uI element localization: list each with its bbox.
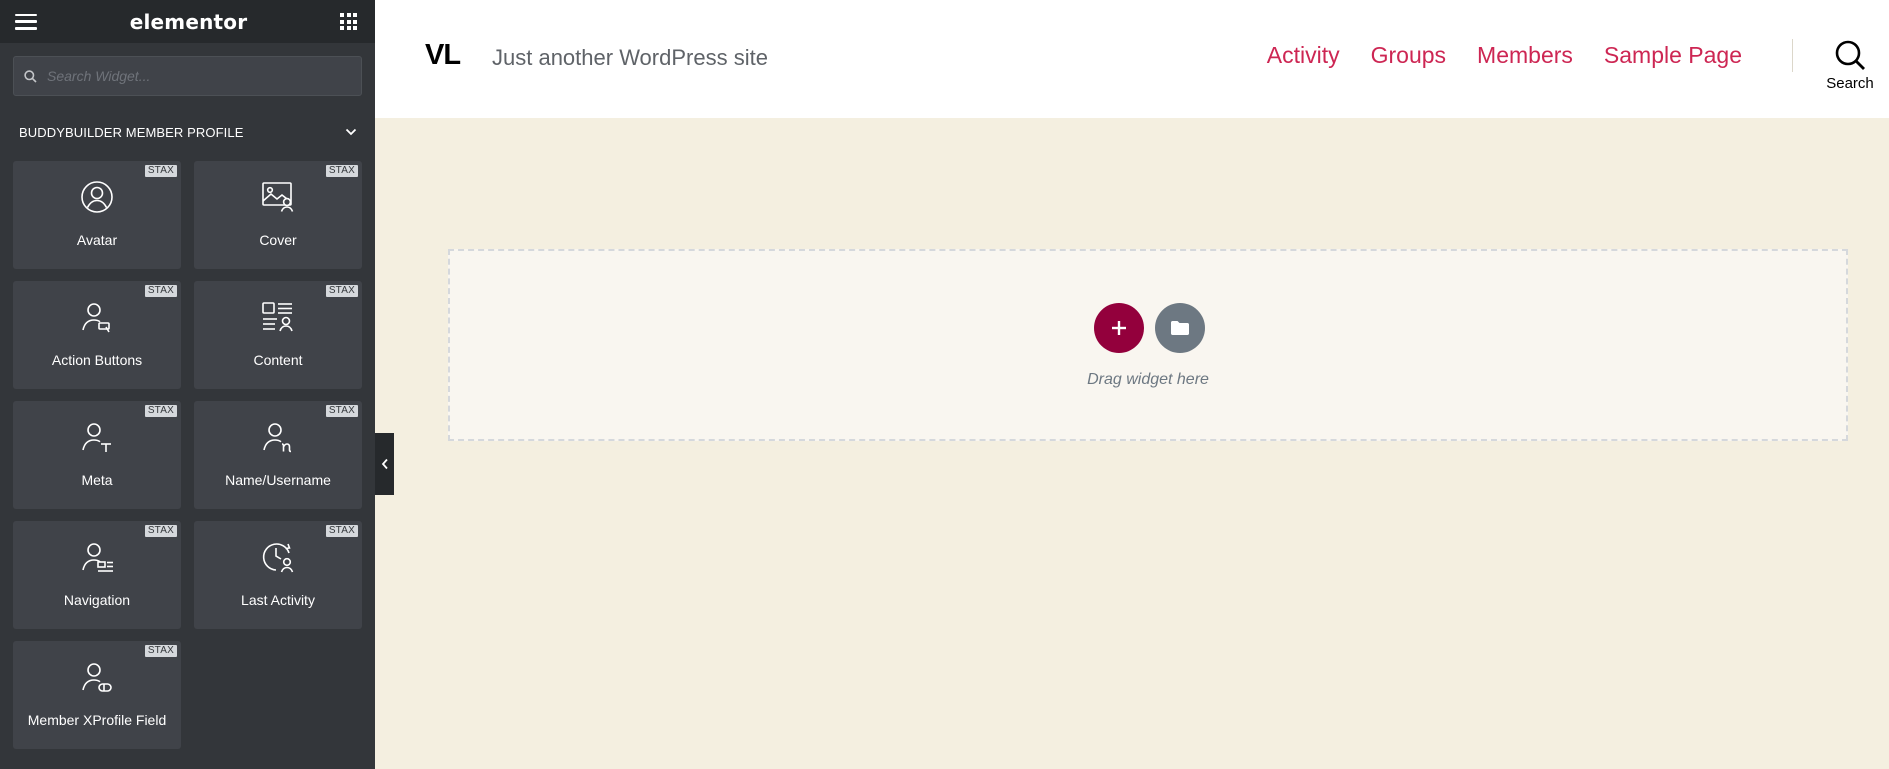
chevron-down-icon: [345, 128, 357, 136]
template-library-button[interactable]: [1155, 303, 1205, 353]
widgets-grid-icon[interactable]: [340, 13, 357, 30]
search-label: Search: [1826, 75, 1874, 92]
nav-link-sample-page[interactable]: Sample Page: [1604, 42, 1742, 69]
search-icon: [1835, 40, 1865, 70]
user-name-icon: [260, 419, 296, 455]
widget-label: Action Buttons: [51, 352, 143, 368]
widget-meta[interactable]: STAX Meta: [13, 401, 181, 509]
primary-nav: Activity Groups Members Sample Page: [1267, 42, 1742, 69]
menu-icon[interactable]: [15, 13, 37, 30]
user-navigation-icon: [79, 539, 115, 575]
chevron-left-icon: [381, 458, 388, 470]
stax-badge: STAX: [144, 405, 177, 417]
site-header: VL Just another WordPress site Activity …: [375, 0, 1889, 118]
widget-label: Content: [253, 352, 303, 368]
user-circle-icon: [79, 179, 115, 215]
widget-label: Member XProfile Field: [27, 712, 167, 728]
stax-badge: STAX: [144, 165, 177, 177]
user-action-icon: [79, 299, 115, 335]
folder-icon: [1171, 321, 1189, 335]
nav-link-members[interactable]: Members: [1477, 42, 1573, 69]
category-header[interactable]: BUDDYBUILDER MEMBER PROFILE: [0, 112, 375, 152]
drop-hint: Drag widget here: [1087, 371, 1209, 388]
widget-label: Navigation: [63, 592, 131, 608]
widget-last-activity[interactable]: STAX Last Activity: [194, 521, 362, 629]
nav-link-activity[interactable]: Activity: [1267, 42, 1340, 69]
nav-link-groups[interactable]: Groups: [1371, 42, 1446, 69]
stax-badge: STAX: [325, 405, 358, 417]
stax-badge: STAX: [325, 525, 358, 537]
section-drop-zone[interactable]: Drag widget here: [448, 249, 1848, 441]
widget-member-xprofile-field[interactable]: STAX Member XProfile Field: [13, 641, 181, 749]
category-title: BUDDYBUILDER MEMBER PROFILE: [19, 124, 244, 140]
stax-badge: STAX: [325, 165, 358, 177]
widget-label: Name/Username: [225, 472, 331, 488]
widget-label: Meta: [81, 472, 113, 488]
widget-label: Avatar: [76, 232, 118, 248]
site-search-toggle[interactable]: Search: [1820, 39, 1880, 92]
nav-divider: [1792, 39, 1793, 72]
widget-navigation[interactable]: STAX Navigation: [13, 521, 181, 629]
widget-search-box[interactable]: [13, 56, 362, 96]
panel-header: elementor: [0, 0, 375, 43]
widget-label: Cover: [259, 232, 297, 248]
content-list-icon: [260, 299, 296, 335]
stax-badge: STAX: [144, 525, 177, 537]
site-tagline: Just another WordPress site: [492, 45, 768, 70]
widget-content[interactable]: STAX Content: [194, 281, 362, 389]
widget-action-buttons[interactable]: STAX Action Buttons: [13, 281, 181, 389]
widget-name-username[interactable]: STAX Name/Username: [194, 401, 362, 509]
user-field-icon: [79, 659, 115, 695]
collapse-panel-button[interactable]: [375, 433, 394, 495]
image-user-icon: [260, 179, 296, 215]
elementor-logo: elementor: [129, 9, 248, 34]
widget-cover[interactable]: STAX Cover: [194, 161, 362, 269]
search-icon: [24, 69, 37, 83]
user-meta-icon: [79, 419, 115, 455]
widget-avatar[interactable]: STAX Avatar: [13, 161, 181, 269]
clock-user-icon: [260, 539, 296, 575]
editor-panel: elementor BUDDYBUILDER MEMBER PROFILE ST…: [0, 0, 375, 769]
widget-search-input[interactable]: [47, 68, 351, 84]
site-logo[interactable]: VL: [425, 39, 461, 72]
widget-label: Last Activity: [241, 592, 315, 608]
add-section-button[interactable]: [1094, 303, 1144, 353]
plus-icon: [1112, 321, 1126, 335]
stax-badge: STAX: [144, 645, 177, 657]
stax-badge: STAX: [144, 285, 177, 297]
stax-badge: STAX: [325, 285, 358, 297]
widget-grid: STAX Avatar STAX Cover STAX Action Butto…: [13, 161, 363, 749]
